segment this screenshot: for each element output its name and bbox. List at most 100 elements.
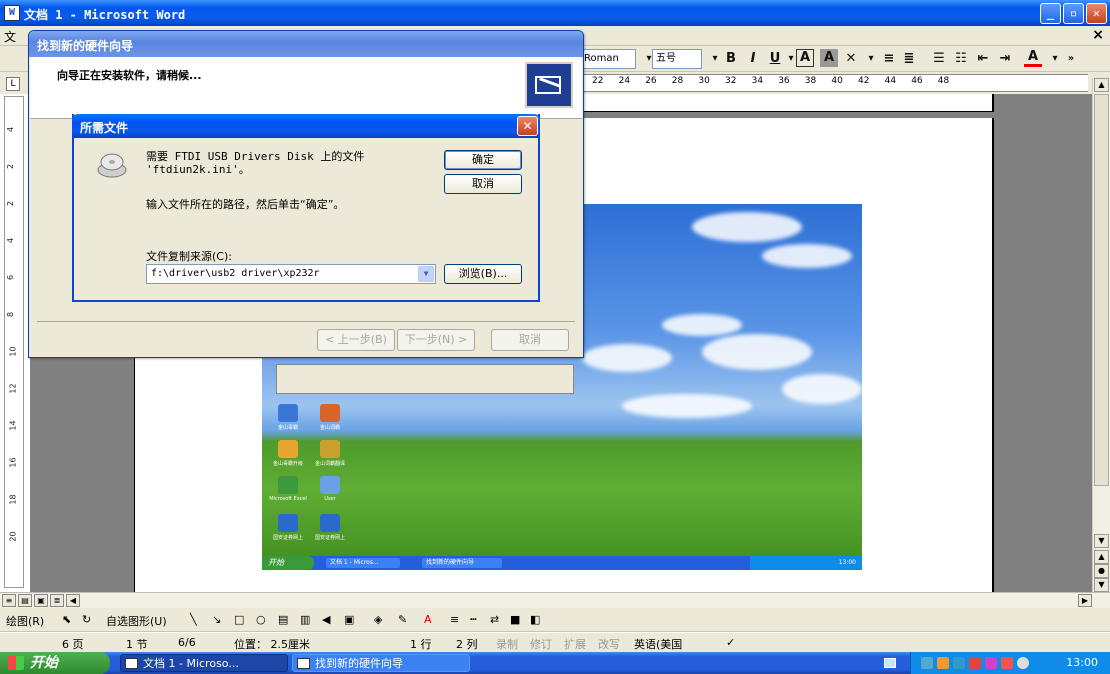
next-button[interactable]: 下一步(N) > <box>397 329 475 351</box>
status-column: 2 列 <box>456 638 478 651</box>
italic-icon[interactable]: I <box>744 49 762 69</box>
tab-selector[interactable]: L <box>6 77 20 91</box>
word-app-icon[interactable]: W <box>4 5 20 21</box>
wizard-cancel-button[interactable]: 取消 <box>491 329 569 351</box>
clock[interactable]: 13:00 <box>1066 656 1098 669</box>
combobox-dropdown-icon[interactable]: ▼ <box>418 266 434 282</box>
tray-app-icon[interactable] <box>937 657 949 669</box>
font-name-select[interactable]: Roman <box>580 49 636 69</box>
start-button[interactable]: 开始 <box>0 652 110 674</box>
next-page-icon[interactable]: ▼ <box>1094 578 1109 592</box>
status-overtype[interactable]: 改写 <box>598 636 620 652</box>
vertical-scrollbar[interactable]: ▲ ▼ ▲ ● ▼ <box>1092 78 1110 592</box>
vertical-textbox-icon[interactable]: ▥ <box>300 613 310 626</box>
tray-app-icon[interactable] <box>953 657 965 669</box>
status-extend[interactable]: 扩展 <box>564 636 586 652</box>
embedded-icon-label: 国安证券网上 <box>314 535 345 541</box>
textbox-icon[interactable]: ▤ <box>278 613 288 626</box>
restore-button[interactable]: ▫ <box>1063 3 1084 24</box>
ok-button[interactable]: 确定 <box>444 150 522 170</box>
bullets-icon[interactable]: ☷ <box>952 49 970 69</box>
spelling-status-icon[interactable]: ✓ <box>726 636 735 649</box>
decrease-indent-icon[interactable]: ⇤ <box>974 49 992 69</box>
scroll-thumb[interactable] <box>1094 94 1109 486</box>
increase-indent-icon[interactable]: ⇥ <box>996 49 1014 69</box>
arrow-style-icon[interactable]: ⇄ <box>490 613 499 626</box>
normal-view-icon[interactable]: ≡ <box>2 594 16 607</box>
security-icon[interactable] <box>1001 657 1013 669</box>
align-justify-icon[interactable]: ≣ <box>900 49 918 69</box>
3d-icon[interactable]: ◧ <box>530 613 540 626</box>
vruler-tick-label: 12 <box>8 383 18 394</box>
close-button[interactable]: ✕ <box>1086 3 1107 24</box>
status-track-changes[interactable]: 修订 <box>530 636 552 652</box>
ruler-tick-label: 36 <box>778 76 790 86</box>
previous-page-icon[interactable]: ▲ <box>1094 550 1109 564</box>
autoshapes-button[interactable]: 自选图形(U) <box>106 613 167 629</box>
browse-button[interactable]: 浏览(B)... <box>444 264 522 284</box>
scroll-right-icon[interactable]: ▶ <box>1078 594 1092 607</box>
taskbar-item-wizard[interactable]: 找到新的硬件向导 <box>292 654 470 672</box>
status-record[interactable]: 录制 <box>496 636 518 652</box>
word-title-bar[interactable]: W 文档 1 - Microsoft Word _ ▫ ✕ <box>0 0 1110 26</box>
scroll-left-icon[interactable]: ◀ <box>66 594 80 607</box>
line-icon[interactable]: ╲ <box>190 613 197 626</box>
disk-drive-icon <box>97 153 127 178</box>
ruler-tick-label: 32 <box>725 76 737 86</box>
font-size-select[interactable]: 五号 <box>652 49 702 69</box>
outline-view-icon[interactable]: ≣ <box>50 594 64 607</box>
arrow-icon[interactable]: ↘ <box>212 613 221 626</box>
scroll-down-icon[interactable]: ▼ <box>1094 534 1109 548</box>
insert-picture-icon[interactable]: ▣ <box>344 613 354 626</box>
ruler-tick-label: 24 <box>618 76 631 86</box>
source-path-combobox[interactable]: f:\driver\usb2 driver\xp232r ▼ <box>146 264 436 284</box>
cancel-button[interactable]: 取消 <box>444 174 522 194</box>
menu-item-file[interactable]: 文 <box>4 28 16 45</box>
network-icon[interactable] <box>921 657 933 669</box>
oval-icon[interactable]: ○ <box>256 613 266 626</box>
embedded-icon-label: User <box>324 496 336 502</box>
wizard-title: 找到新的硬件向导 <box>37 39 134 53</box>
toolbar-options-icon[interactable]: » <box>1062 49 1080 69</box>
scaling-dropdown-icon[interactable]: ▾ <box>862 49 880 69</box>
bold-icon[interactable]: B <box>722 49 740 69</box>
select-objects-icon[interactable]: ⬉ <box>62 613 71 626</box>
character-scaling-icon[interactable]: ✕ <box>842 49 860 69</box>
status-bar: 6 页 1 节 6/6 位置： 2.5厘米 1 行 2 列 录制 修订 扩展 改… <box>0 632 1110 652</box>
character-shading-icon[interactable]: A <box>820 49 838 67</box>
tray-app-icon[interactable] <box>969 657 981 669</box>
font-color-icon[interactable]: A <box>1024 49 1042 67</box>
vertical-ruler[interactable]: 4 2 2 4 6 8 10 12 14 16 18 20 <box>4 96 24 588</box>
tray-app-icon[interactable] <box>985 657 997 669</box>
dialog-title-bar[interactable]: 所需文件 <box>72 114 540 138</box>
fill-color-icon[interactable]: ◈ <box>374 613 382 626</box>
scroll-up-icon[interactable]: ▲ <box>1094 78 1109 92</box>
taskbar-item-word[interactable]: 文档 1 - Microso... <box>120 654 288 672</box>
embedded-clock: 13:00 <box>750 556 862 570</box>
wordart-icon[interactable]: ◀ <box>322 613 330 626</box>
dash-style-icon[interactable]: ┅ <box>470 613 477 626</box>
status-language[interactable]: 英语(美国 <box>634 636 682 652</box>
draw-menu-button[interactable]: 绘图(R) <box>6 613 44 629</box>
free-rotate-icon[interactable]: ↻ <box>82 613 91 626</box>
font-color-draw-icon[interactable]: A <box>424 613 432 626</box>
back-button[interactable]: < 上一步(B) <box>317 329 395 351</box>
wizard-title-bar[interactable]: 找到新的硬件向导 <box>29 31 583 57</box>
ruler-tick-label: 46 <box>911 76 923 86</box>
print-view-icon[interactable]: ▣ <box>34 594 48 607</box>
minimize-button[interactable]: _ <box>1040 3 1061 24</box>
select-browse-object-icon[interactable]: ● <box>1094 564 1109 578</box>
dialog-close-icon[interactable]: ✕ <box>517 116 538 136</box>
line-color-icon[interactable]: ✎ <box>398 613 407 626</box>
rectangle-icon[interactable]: □ <box>234 613 244 626</box>
web-view-icon[interactable]: ▤ <box>18 594 32 607</box>
numbering-icon[interactable]: ☰ <box>930 49 948 69</box>
horizontal-scrollbar[interactable]: ≡ ▤ ▣ ≣ ◀ ▶ <box>0 592 1110 608</box>
align-center-icon[interactable]: ≡ <box>880 49 898 69</box>
line-style-icon[interactable]: ≡ <box>450 613 459 626</box>
document-close-icon[interactable]: × <box>1092 27 1104 43</box>
shadow-icon[interactable]: ■ <box>510 613 520 626</box>
volume-icon[interactable] <box>1017 657 1029 669</box>
keyboard-icon[interactable] <box>884 658 896 668</box>
character-border-icon[interactable]: A <box>796 49 814 67</box>
